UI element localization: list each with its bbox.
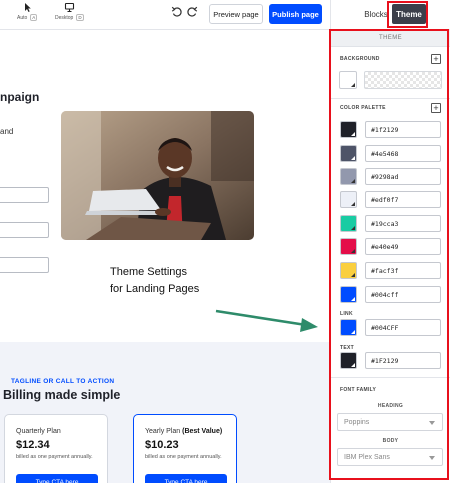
form-field[interactable] — [0, 222, 49, 238]
pricing-card-featured[interactable]: Yearly Plan (Best Value) $10.23 billed a… — [133, 414, 237, 483]
auto-mode-toggle[interactable]: Auto A — [17, 2, 38, 21]
cursor-icon — [24, 3, 31, 12]
auto-shortcut-key: A — [30, 14, 38, 21]
form-field[interactable] — [0, 257, 49, 273]
preview-page-button[interactable]: Preview page — [209, 4, 263, 24]
desktop-view-toggle[interactable]: Desktop D — [55, 2, 84, 21]
plan-badge: (Best Value) — [182, 428, 223, 435]
plan-note: billed as one payment annually. — [145, 454, 222, 460]
redo-icon[interactable] — [187, 6, 198, 18]
monitor-icon — [64, 2, 74, 13]
pricing-card[interactable]: Quarterly Plan $12.34 billed as one paym… — [4, 414, 108, 483]
pricing-section: TAGLINE OR CALL TO ACTION Billing made s… — [0, 342, 330, 483]
pricing-heading[interactable]: Billing made simple — [3, 388, 120, 402]
theme-panel-highlight — [329, 29, 449, 480]
plan-name: Quarterly Plan — [16, 428, 61, 435]
form-field[interactable] — [0, 187, 49, 203]
desktop-shortcut-key: D — [76, 14, 84, 21]
undo-icon[interactable] — [171, 6, 182, 18]
hero-heading[interactable]: npaign — [0, 90, 39, 104]
hero-image[interactable] — [61, 111, 254, 240]
pricing-tagline[interactable]: TAGLINE OR CALL TO ACTION — [11, 378, 114, 385]
plan-cta-button[interactable]: Type CTA here — [145, 474, 227, 483]
annotation-line: for Landing Pages — [110, 283, 200, 295]
plan-price: $12.34 — [16, 439, 50, 451]
plan-cta-button[interactable]: Type CTA here — [16, 474, 98, 483]
plan-name-text: Yearly Plan — [145, 428, 183, 435]
desktop-view-label: Desktop — [55, 14, 74, 21]
publish-page-button[interactable]: Publish page — [269, 4, 322, 24]
annotation-arrow-icon — [215, 309, 318, 332]
hero-text[interactable]: and — [0, 127, 13, 136]
plan-name: Yearly Plan (Best Value) — [145, 428, 222, 435]
editor-toolbar: Auto A Desktop D Preview page Publish pa… — [0, 0, 330, 30]
auto-mode-label: Auto — [17, 14, 28, 21]
page-canvas: npaign and Theme Settings for Landing Pa… — [0, 31, 330, 483]
plan-price: $10.23 — [145, 439, 179, 451]
plan-note: billed as one payment annually. — [16, 454, 93, 460]
annotation-callout: Theme Settings for Landing Pages — [110, 264, 199, 298]
annotation-line: Theme Settings — [110, 266, 188, 278]
theme-tab-highlight — [387, 1, 428, 28]
person-with-laptop-image — [61, 111, 254, 240]
